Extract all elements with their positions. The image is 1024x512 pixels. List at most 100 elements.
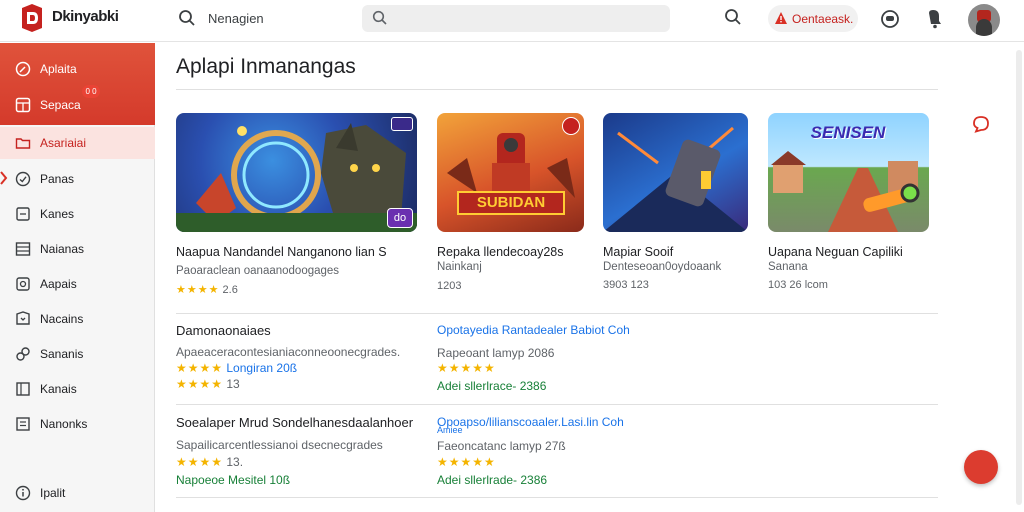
page-title: Aplapi Inmanangas <box>176 55 356 78</box>
card-subtitle: Denteseoan0oydoaank <box>603 261 722 273</box>
grid-icon <box>15 97 31 113</box>
sidebar-footer-item[interactable]: Ipalit <box>0 477 155 509</box>
card-subtitle: Paoaraclean oanaanodoogages <box>176 265 340 277</box>
bell-icon[interactable] <box>926 9 942 29</box>
warning-icon <box>775 12 787 24</box>
search-icon-secondary[interactable] <box>724 8 742 26</box>
game-logo: SUBIDAN <box>457 191 565 215</box>
game-badge: do <box>387 208 413 228</box>
floating-action-button[interactable] <box>964 450 998 484</box>
sidebar-item-2[interactable]: Asariaiai <box>0 127 155 159</box>
sidebar-item-1[interactable]: Sepaca <box>0 89 155 121</box>
folder-icon <box>15 138 31 149</box>
game-thumbnail-2[interactable]: SUBIDAN <box>437 113 584 232</box>
corner-badge <box>391 117 413 131</box>
card-title[interactable]: Uapana Neguan Capiliki <box>768 245 903 259</box>
fantasy-art-image <box>176 123 417 232</box>
card-title[interactable]: Mapiar Sooif <box>603 245 673 259</box>
divider <box>176 89 938 90</box>
sci-fi-art-image <box>603 126 748 232</box>
corner-badge <box>562 117 580 135</box>
search-icon[interactable] <box>178 9 196 27</box>
sidebar-item-label: Sananis <box>40 347 84 361</box>
sidebar: Aplaita Sepaca 0 0 Asariaiai Panas Kanes… <box>0 43 155 512</box>
rating-stars: ★★★★★ <box>437 361 496 375</box>
search-box[interactable] <box>362 5 670 32</box>
sidebar-item-7[interactable]: Nacains <box>0 303 155 335</box>
app-logo-icon[interactable] <box>20 4 44 32</box>
search-input[interactable] <box>396 9 656 28</box>
rating-value: 13 <box>226 377 240 391</box>
sidebar-item-0[interactable]: Aplaita <box>0 53 155 85</box>
list-item-right-title[interactable]: Opoapso/lilianscoaaler.Lasi.lin Coh <box>437 415 624 429</box>
sidebar-item-5[interactable]: Naianas <box>0 233 155 265</box>
card-subtitle: Nainkanj <box>437 261 482 273</box>
sidebar-item-8[interactable]: Sananis <box>0 338 155 370</box>
avatar[interactable] <box>968 4 1000 36</box>
list-item-right-title[interactable]: Opotayedia Rantadealer Babiot Coh <box>437 323 630 337</box>
card-title[interactable]: Naapua Nandandel Nanganono lian S <box>176 245 387 259</box>
card-meta: 3903 123 <box>603 279 649 291</box>
sidebar-item-10[interactable]: Nanonks <box>0 408 155 440</box>
list-item-link[interactable]: Longiran 20ß <box>226 361 297 375</box>
list-item-subtitle: Apaeaceracontesianiaconneoonecgrades. <box>176 345 401 359</box>
rating-stars: ★★★★★ <box>437 455 496 469</box>
rating-stars: ★★★★ <box>176 361 224 375</box>
list-item-right-rating: ★★★★★ <box>437 361 496 375</box>
card-subtitle: Sanana <box>768 261 808 273</box>
notification-badge: 0 0 <box>82 85 100 98</box>
card-rating: ★★★★ 2.6 <box>176 283 238 296</box>
account-circle-icon[interactable] <box>880 9 900 29</box>
list-item-subtitle: Sapailicarcentlessianoi dsecnecgrades <box>176 438 383 452</box>
settings-icon <box>16 277 30 291</box>
list-item-right-meta: Adei sllerlrade- 2386 <box>437 473 548 487</box>
list-item-title[interactable]: Soealaper Mrud Sondelhanesdaalanhoer <box>176 415 413 430</box>
game-thumbnail-1[interactable]: do <box>176 113 417 232</box>
divider <box>176 313 938 314</box>
top-bar: Dkinyabki Nenagien Oentaeask. <box>0 0 1024 42</box>
rating-value: 13. <box>226 455 244 469</box>
sidebar-item-label: Naianas <box>40 242 85 256</box>
search-label[interactable]: Nenagien <box>208 11 264 26</box>
compass-icon <box>15 61 31 77</box>
list-item-right-meta: Adei sllerlrace- 2386 <box>437 379 547 393</box>
rating-stars: ★★★★ <box>176 377 224 391</box>
list-item-right-title-line2: Amiee <box>437 425 463 435</box>
divider <box>176 404 938 405</box>
sidebar-footer-label: Ipalit <box>40 486 66 500</box>
game-card-2[interactable]: SUBIDAN Repaka llendecoay28s Nainkanj 12… <box>437 113 584 292</box>
doc-icon <box>16 417 30 431</box>
game-thumbnail-3[interactable] <box>603 113 748 232</box>
game-card-3[interactable]: Mapiar Sooif Denteseoan0oydoaank 3903 12… <box>603 113 748 291</box>
rating-stars: ★★★★ <box>176 284 220 296</box>
sidebar-item-9[interactable]: Kanais <box>0 373 155 405</box>
list-icon <box>15 242 31 256</box>
divider <box>176 497 938 498</box>
sidebar-item-label: Kanais <box>40 382 77 396</box>
feedback-chip[interactable]: Oentaeask. <box>768 5 858 32</box>
rating-stars: ★★★★ <box>176 455 224 469</box>
card-title[interactable]: Repaka llendecoay28s <box>437 245 563 259</box>
sidebar-item-label: Kanes <box>40 207 75 221</box>
list-item-rating: ★★★★ 13. <box>176 455 243 469</box>
sidebar-item-3[interactable]: Panas <box>0 163 155 195</box>
sidebar-item-4[interactable]: Kanes <box>0 198 155 230</box>
sidebar-header: Aplaita Sepaca 0 0 <box>0 43 155 125</box>
info-icon <box>15 485 31 501</box>
game-card-1[interactable]: do Naapua Nandandel Nanganono lian S Pao… <box>176 113 417 296</box>
feedback-chip-label: Oentaeask. <box>792 12 854 26</box>
list-item-right-rating: ★★★★★ <box>437 455 496 469</box>
sidebar-item-label: Aplaita <box>40 62 77 76</box>
card-meta: 1203 <box>437 280 462 292</box>
list-item-right-subtitle: Rapeoant lamyp 2086 <box>437 346 555 360</box>
sidebar-item-6[interactable]: Aapais <box>0 268 155 300</box>
app-name[interactable]: Dkinyabki <box>52 8 119 25</box>
scrollbar[interactable] <box>1016 50 1022 505</box>
link-icon <box>16 347 30 361</box>
game-thumbnail-4[interactable]: SENISEN <box>768 113 929 232</box>
chat-bubble-icon[interactable] <box>972 115 990 133</box>
avatar-face <box>976 19 992 36</box>
list-item-title[interactable]: Damonaonaiaes <box>176 323 271 338</box>
rating-value: 2.6 <box>222 284 238 296</box>
game-card-4[interactable]: SENISEN Uapana Neguan Capiliki Sanana 10… <box>768 113 929 291</box>
